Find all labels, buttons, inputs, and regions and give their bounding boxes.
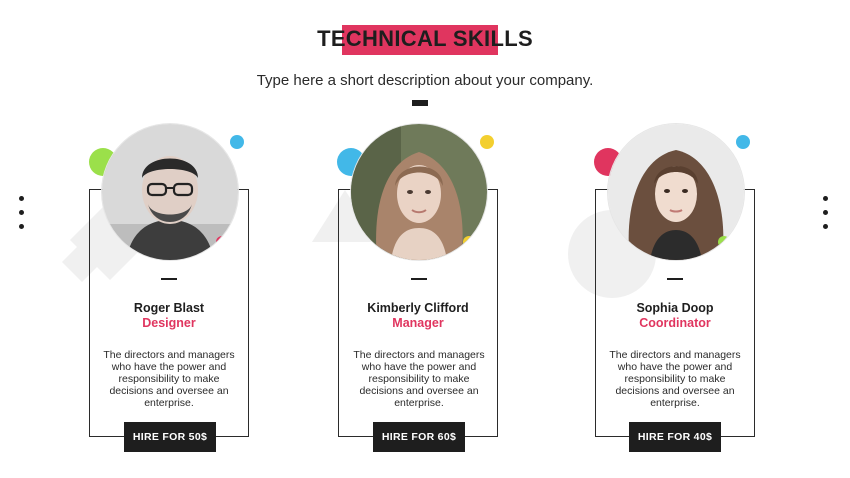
avatar — [351, 124, 487, 260]
hire-button-roger[interactable]: HIRE FOR 50$ — [124, 422, 216, 452]
hire-button-sophia[interactable]: HIRE FOR 40$ — [629, 422, 721, 452]
member-role: Designer — [142, 316, 196, 330]
member-description: The directors and managers who have the … — [103, 349, 235, 409]
card-divider — [161, 278, 177, 280]
avatar — [102, 124, 238, 260]
member-name: Sophia Doop — [636, 301, 714, 315]
page-title: TECHNICAL SKILLS — [313, 25, 537, 55]
page-subtitle: Type here a short description about your… — [256, 72, 594, 89]
page-title-text: TECHNICAL SKILLS — [317, 26, 533, 51]
avatar-portrait — [102, 124, 238, 260]
card-divider — [667, 278, 683, 280]
yellow-dot — [480, 135, 494, 149]
avatar-portrait — [351, 124, 487, 260]
avatar-portrait — [608, 124, 744, 260]
blue-dot — [230, 135, 244, 149]
hire-button-kimberly[interactable]: HIRE FOR 60$ — [373, 422, 465, 452]
member-name: Roger Blast — [133, 301, 205, 315]
card-divider — [411, 278, 427, 280]
member-description: The directors and managers who have the … — [353, 349, 485, 409]
title-wrapper: TECHNICAL SKILLS — [0, 25, 850, 55]
right-dots-menu-icon[interactable] — [823, 196, 829, 238]
member-name: Kimberly Clifford — [367, 301, 469, 315]
member-role: Manager — [392, 316, 444, 330]
member-description: The directors and managers who have the … — [609, 349, 741, 409]
member-role: Coordinator — [639, 316, 711, 330]
blue-dot — [736, 135, 750, 149]
avatar — [608, 124, 744, 260]
subtitle-divider — [412, 100, 428, 106]
left-dots-menu-icon[interactable] — [19, 196, 25, 238]
